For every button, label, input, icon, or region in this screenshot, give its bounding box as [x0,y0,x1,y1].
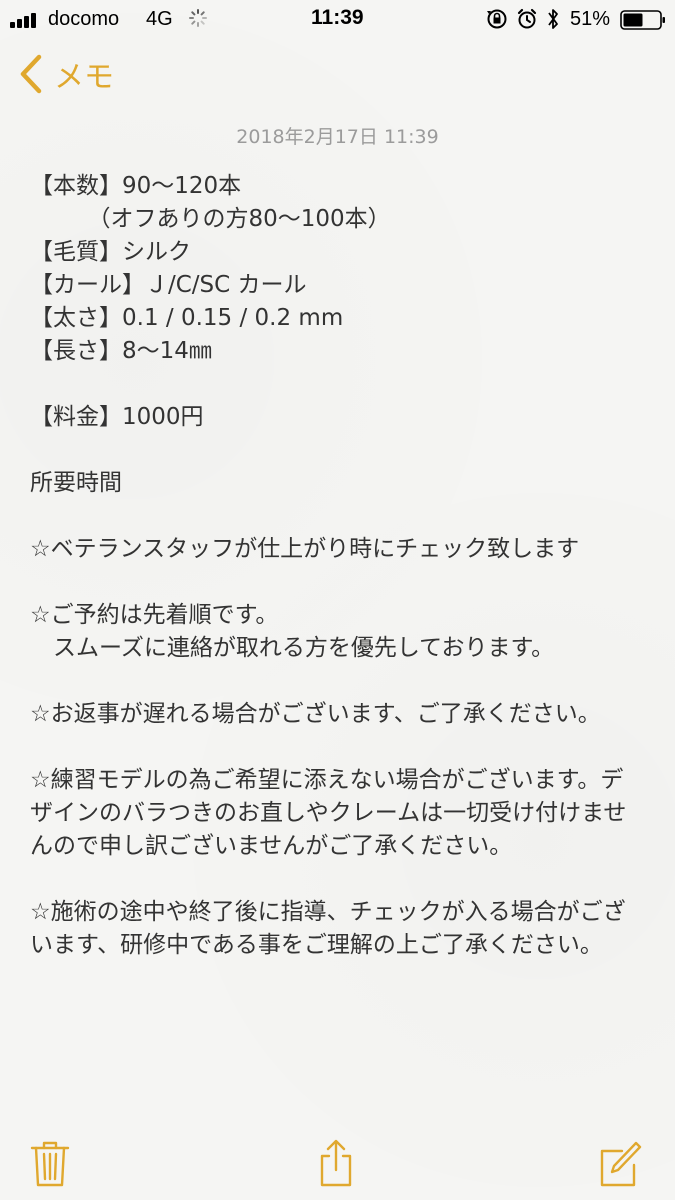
note-blank-line [30,500,650,533]
trash-icon[interactable] [28,1138,72,1188]
orientation-lock-icon [487,9,507,29]
note-line: 【カール】Ｊ/C/SC カール [30,272,307,298]
bottom-toolbar [0,1130,675,1200]
status-bar: docomo 4G 11:39 51% [0,0,675,40]
note-blank-line [30,566,650,599]
note-line: ☆ご予約は先着順です。 [30,602,279,628]
battery-icon [620,10,665,30]
share-icon[interactable] [314,1138,358,1188]
note-date: 2018年2月17日 11:39 [236,126,439,148]
note-line: 【太さ】0.1 / 0.15 / 0.2 mm [30,305,344,331]
note-line: ザインのバラつきのお直しやクレームは一切受け付けませ [30,800,627,826]
note-line: んので申し訳ございませんがご了承ください。 [30,833,513,859]
status-time: 11:39 [311,6,364,29]
note-line: ☆お返事が遅れる場合がございます、ご了承ください。 [30,701,601,727]
note-line: 所要時間 [30,470,122,496]
alarm-icon [517,8,537,29]
bluetooth-icon [548,9,558,29]
note-line: スムーズに連絡が取れる方を優先しております。 [30,635,555,661]
note-line: 【長さ】8〜14㎜ [30,338,212,364]
note-line: います、研修中である事をご理解の上ご了承ください。 [30,932,603,958]
note-blank-line [30,434,650,467]
back-button-label: メモ [54,60,114,95]
battery-percent: 51% [570,8,611,30]
carrier-name: docomo [48,8,120,30]
note-line: ☆ベテランスタッフが仕上がり時にチェック致します [30,536,580,562]
note-line: （オフありの方80〜100本） [30,206,391,232]
activity-spinner-icon [189,9,207,27]
chevron-left-icon [20,54,42,94]
note-line: 【料金】1000円 [30,404,204,430]
note-blank-line [30,863,650,896]
note-line: 【本数】90〜120本 [30,173,242,199]
network-type: 4G [146,8,173,30]
note-line: ☆施術の途中や終了後に指導、チェックが入る場合がござ [30,899,626,925]
note-line: 【毛質】シルク [30,239,191,265]
note-blank-line [30,368,650,401]
note-body[interactable]: 【本数】90〜120本 （オフありの方80〜100本） 【毛質】シルク【カール】Ｊ… [30,170,650,962]
back-button[interactable]: メモ [18,52,114,96]
note-line: ☆練習モデルの為ご希望に添えない場合がございます。デ [30,767,624,793]
note-blank-line [30,665,650,698]
compose-icon[interactable] [598,1138,642,1188]
signal-icon [10,12,40,28]
note-blank-line [30,731,650,764]
